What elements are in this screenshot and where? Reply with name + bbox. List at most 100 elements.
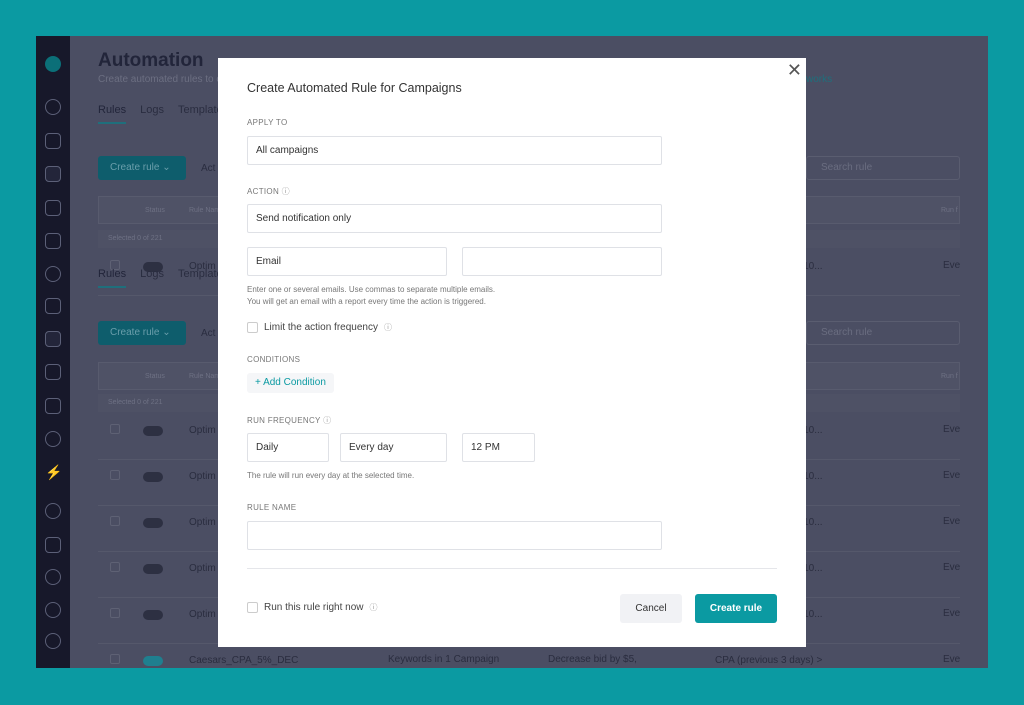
how-it-works-link[interactable]: works [806,74,832,85]
rule-condition: CPA (previous 3 days) > $142.5 [715,655,823,666]
status-toggle[interactable] [143,610,163,620]
rule-run-frequency: Eve [943,260,961,271]
sidebar: ⚡ [36,36,70,668]
rule-run-frequency: Eve [943,654,961,665]
run-now-label: Run this rule right now [264,602,364,613]
status-toggle[interactable] [143,656,163,666]
row-checkbox[interactable] [110,608,120,618]
frequency-hint: The rule will run every day at the selec… [247,471,415,480]
rule-name: Caesars_CPA_5%_DEC [189,655,299,666]
rule-run-frequency: Eve [943,424,961,435]
time-select[interactable]: 12 PM [462,433,535,462]
tab-rules[interactable]: Rules [98,268,127,288]
email-hint-line: You will get an email with a report ever… [247,297,486,306]
limit-frequency-checkbox[interactable]: Limit the action frequency ⓘ [247,322,392,333]
create-rule-submit-button[interactable]: Create rule [695,594,777,623]
header-run: Run f [941,207,958,214]
tabs: Rules Logs Templates [98,268,228,288]
divider [247,568,777,569]
help-icon[interactable] [45,602,61,618]
dialog-title: Create Automated Rule for Campaigns [247,81,462,95]
status-toggle[interactable] [143,472,163,482]
profile-icon[interactable] [45,633,61,649]
tabs: Rules Logs Templates [98,104,228,124]
run-now-checkbox[interactable]: Run this rule right now ⓘ [247,602,378,613]
actions-button[interactable]: Act [201,328,215,339]
rule-run-frequency: Eve [943,608,961,619]
widgets-icon[interactable] [45,298,61,314]
search-input[interactable]: Search rule [806,156,960,180]
automation-icon[interactable] [45,166,61,182]
row-checkbox[interactable] [110,516,120,526]
email-hint-line: Enter one or several emails. Use commas … [247,285,496,294]
table-row[interactable]: Caesars_CPA_5%_DEC Keywords in 1 Campaig… [98,644,960,668]
rule-target: Keywords in 1 Campaign [388,654,500,665]
help-icon[interactable]: ⓘ [282,187,290,196]
settings-icon[interactable] [45,569,61,585]
target-icon[interactable] [45,431,61,447]
frequency-select[interactable]: Daily [247,433,329,462]
row-checkbox[interactable] [110,470,120,480]
run-frequency-label: RUN FREQUENCY ⓘ [247,415,331,426]
status-toggle[interactable] [143,518,163,528]
goals-icon[interactable] [45,266,61,282]
checkbox[interactable] [247,322,258,333]
analytics-icon[interactable] [45,537,61,553]
create-rule-button[interactable]: Create rule ⌄ [98,156,186,180]
conditions-label: CONDITIONS [247,355,301,364]
widgets-icon[interactable] [45,133,61,149]
header-status: Status [145,207,165,214]
logo-icon [45,56,61,72]
header-rule-name: Rule Nam [189,373,221,380]
spinner-icon[interactable] [45,503,61,519]
help-icon[interactable]: ⓘ [323,416,331,425]
create-rule-button[interactable]: Create rule ⌄ [98,321,186,345]
tab-logs[interactable]: Logs [140,268,164,288]
rule-run-frequency: Eve [943,516,961,527]
action-select[interactable]: Send notification only [247,204,662,233]
dashboard-icon[interactable] [45,99,61,115]
action-label: ACTION ⓘ [247,186,290,197]
cancel-button[interactable]: Cancel [620,594,682,623]
reports-icon[interactable] [45,233,61,249]
row-checkbox[interactable] [110,424,120,434]
limit-frequency-label: Limit the action frequency [264,322,378,333]
action-label-text: ACTION [247,187,280,196]
help-icon[interactable]: ⓘ [370,602,378,613]
apply-to-select[interactable]: All campaigns [247,136,662,165]
tab-logs[interactable]: Logs [140,104,164,124]
header-status: Status [145,373,165,380]
status-toggle[interactable] [143,426,163,436]
search-input[interactable]: Search rule [806,321,960,345]
notification-type-select[interactable]: Email [247,247,447,276]
actions-button[interactable]: Act [201,163,215,174]
day-select[interactable]: Every day [340,433,447,462]
run-frequency-label-text: RUN FREQUENCY [247,416,321,425]
search-ads-icon[interactable] [45,200,61,216]
rule-action: Decrease bid by $5, [548,654,637,665]
checkbox[interactable] [247,602,258,613]
rule-name-input[interactable] [247,521,662,550]
reports-icon[interactable] [45,398,61,414]
search-ads-icon[interactable] [45,364,61,380]
page-title: Automation [98,50,204,71]
rule-run-frequency: Eve [943,562,961,573]
apply-to-label: APPLY TO [247,118,288,127]
email-input[interactable] [462,247,662,276]
row-checkbox[interactable] [110,654,120,664]
email-hint: Enter one or several emails. Use commas … [247,284,495,308]
row-checkbox[interactable] [110,562,120,572]
status-toggle[interactable] [143,564,163,574]
create-rule-dialog: ✕ Create Automated Rule for Campaigns AP… [218,58,806,647]
tab-rules[interactable]: Rules [98,104,127,124]
header-run: Run f [941,373,958,380]
header-rule-name: Rule Nam [189,207,221,214]
close-icon[interactable]: ✕ [787,60,802,81]
rule-run-frequency: Eve [943,470,961,481]
rule-name-label: RULE NAME [247,503,297,512]
page-subtitle: Create automated rules to c [98,74,222,85]
automation-icon[interactable] [45,331,61,347]
lightning-icon[interactable]: ⚡ [45,464,62,480]
add-condition-button[interactable]: + Add Condition [247,373,334,393]
help-icon[interactable]: ⓘ [384,322,392,333]
